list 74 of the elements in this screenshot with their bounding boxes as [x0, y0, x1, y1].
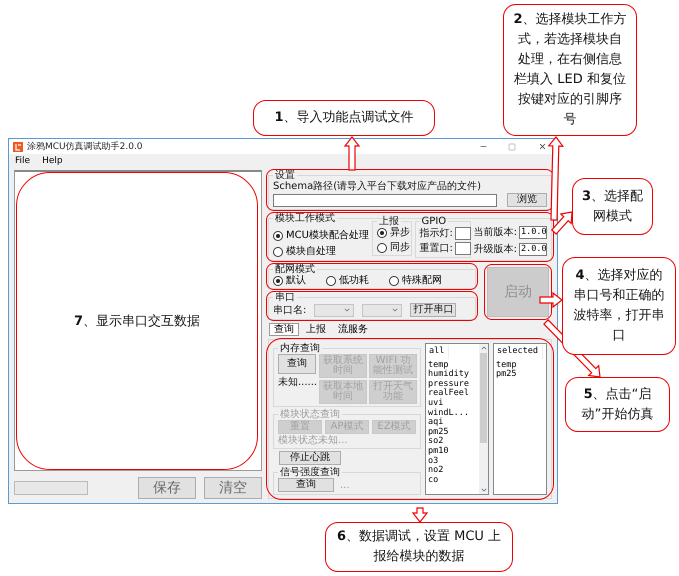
chevron-up-icon[interactable] — [480, 344, 488, 352]
scrollbar[interactable] — [479, 344, 488, 494]
chevron-down-icon — [391, 306, 400, 314]
status-text: 未知...... — [278, 377, 316, 388]
radio-button[interactable]: 模块自处理 — [273, 246, 369, 257]
list-item[interactable]: pressure — [428, 380, 477, 390]
callout-text: 4、选择对应的串口号和正确的波特率，打开串口 — [572, 267, 666, 345]
group-title: 模块工作模式 — [274, 213, 336, 224]
field-label: 升级版本: — [474, 244, 517, 255]
group-title: 内存查询 — [279, 343, 321, 354]
stop-heartbeat-button[interactable]: 停止心跳 — [279, 451, 341, 465]
group-title: GPIO — [420, 216, 448, 227]
list-item[interactable]: aqi — [428, 418, 477, 428]
group-title: 上报 — [378, 216, 399, 227]
group-title: 模块状态查询 — [279, 409, 341, 420]
list-item[interactable]: temp — [428, 360, 477, 370]
query-button[interactable]: 查询 — [278, 478, 334, 492]
callout-text: 1、导入功能点调试文件 — [274, 109, 414, 127]
radio-button[interactable]: 低功耗 — [326, 275, 369, 286]
callout-text: 6、数据调试，设置 MCU 上报给模块的数据 — [336, 528, 502, 566]
menu-item[interactable]: File — [15, 156, 30, 166]
status-text: 模块状态未知... — [278, 435, 349, 446]
radio-button[interactable]: 特殊配网 — [389, 275, 442, 286]
group-title: 配网模式 — [274, 264, 316, 275]
list-item[interactable]: realFeel — [428, 389, 477, 399]
list-item[interactable]: humidity — [428, 370, 477, 380]
list-header: all — [428, 345, 450, 359]
version-input[interactable]: 1.0.0 — [519, 226, 547, 239]
chevron-down-icon — [343, 306, 352, 314]
list-header: selected — [496, 345, 543, 359]
save-button[interactable]: 保存 — [138, 477, 196, 499]
query-button[interactable]: 查询 — [278, 354, 316, 374]
pin-input[interactable] — [454, 227, 471, 240]
pin-input[interactable] — [454, 242, 471, 255]
list-item[interactable]: temp — [496, 360, 544, 370]
radio-button[interactable]: 默认 — [273, 275, 306, 286]
field-label: 串口名: — [273, 304, 306, 316]
group-title: 信号强度查询 — [279, 467, 341, 478]
callout-text: 5、点击“启动”开始仿真 — [580, 386, 654, 424]
tab[interactable]: 流服务 — [333, 323, 373, 336]
chevron-down-icon[interactable] — [480, 486, 488, 494]
tab[interactable]: 查询 — [269, 323, 299, 336]
version-input[interactable]: 2.0.0 — [519, 243, 547, 256]
callout-text: 2、选择模块工作方式，若选择模块自处理，在右侧信息栏填入 LED 和复位按键对应的引脚序号 — [512, 11, 628, 129]
clear-button[interactable]: 清空 — [204, 477, 262, 499]
radio-button[interactable]: 异步 — [376, 227, 407, 238]
tab[interactable]: 上报 — [301, 323, 331, 336]
list-item[interactable]: pm10 — [428, 446, 477, 457]
list-item[interactable]: windL... — [428, 408, 477, 418]
list-item[interactable]: no2 — [428, 466, 477, 476]
list-item[interactable]: pm25 — [496, 370, 544, 380]
list-item[interactable]: pm25 — [428, 428, 477, 438]
callout-text: 3、选择配网模式 — [581, 188, 644, 226]
field-label: 重置口: — [420, 243, 453, 254]
annotation-text: 7、显示串口交互数据 — [74, 313, 200, 330]
window-title: 涂鸦MCU仿真调试助手2.0.0 — [27, 140, 144, 153]
group-title: 串口 — [274, 292, 296, 303]
field-label: 指示灯: — [420, 228, 453, 239]
field-label: 当前版本: — [474, 227, 517, 238]
app-logo-icon — [13, 142, 23, 152]
radio-button[interactable]: MCU模块配合处理 — [273, 230, 369, 241]
list-item[interactable]: uvi — [428, 398, 477, 409]
field-label: Schema路径(请导入平台下载对应产品的文件) — [273, 181, 482, 192]
signal-value: ... — [340, 480, 350, 490]
open-port-button[interactable]: 打开串口 — [410, 303, 456, 317]
group-title: 设置 — [274, 170, 296, 181]
list-item[interactable]: so2 — [428, 437, 477, 447]
list-item[interactable]: o3 — [428, 456, 477, 466]
close-icon[interactable] — [538, 142, 547, 151]
menu-item[interactable]: Help — [42, 156, 63, 166]
radio-button[interactable]: 同步 — [376, 242, 407, 253]
list-item[interactable]: co — [428, 476, 477, 486]
browse-button[interactable]: 浏览 — [507, 193, 547, 207]
path-input[interactable] — [273, 194, 497, 206]
